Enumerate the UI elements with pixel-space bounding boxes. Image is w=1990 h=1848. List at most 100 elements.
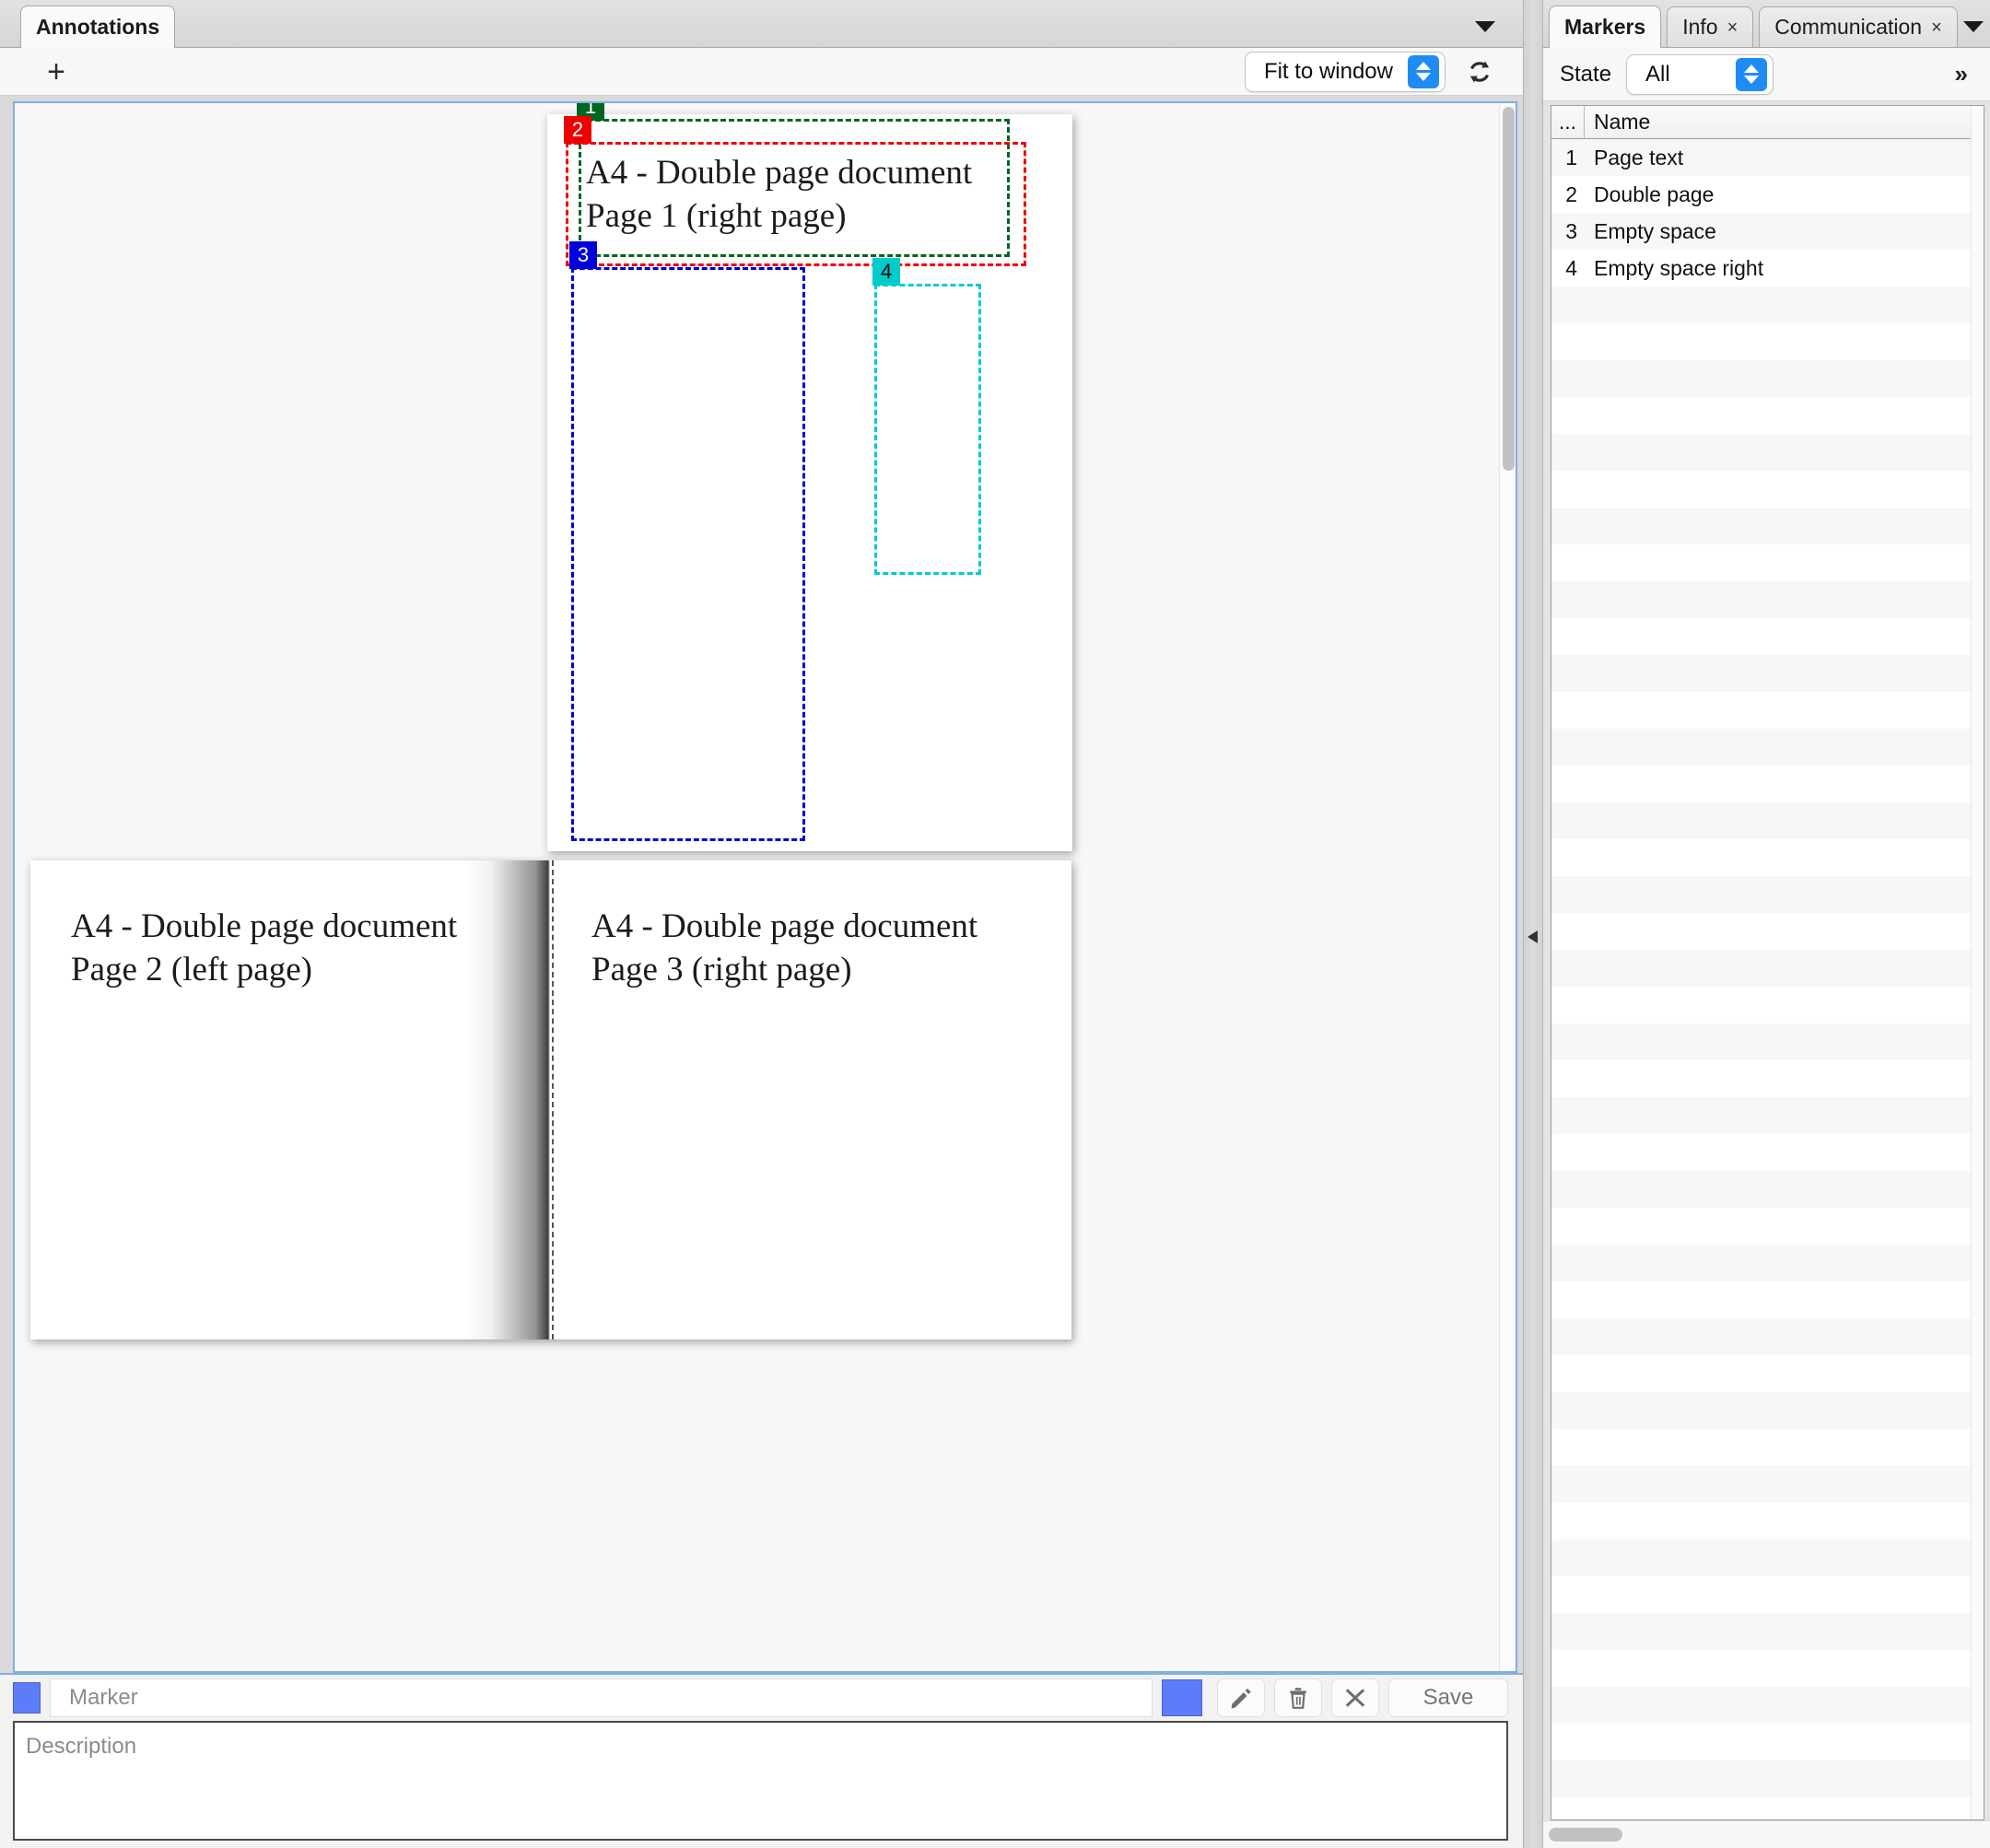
- table-row-empty: [1551, 729, 1984, 766]
- overflow-chevrons-icon[interactable]: »: [1955, 60, 1977, 88]
- column-header-number[interactable]: ...: [1551, 106, 1585, 138]
- table-row-empty: [1551, 1539, 1984, 1576]
- annotations-panel: Annotations + Fit to window: [0, 0, 1523, 1848]
- markers-tabbar: Markers Info × Communication ×: [1543, 0, 1990, 48]
- table-row-empty: [1551, 1429, 1984, 1466]
- tab-annotations-label: Annotations: [36, 15, 159, 40]
- document-canvas[interactable]: A4 - Double page document Page 1 (right …: [13, 101, 1517, 1673]
- markers-vertical-scrollbar[interactable]: [1971, 106, 1984, 1819]
- table-row-empty: [1551, 692, 1984, 729]
- table-row-empty: [1551, 323, 1984, 360]
- table-row-empty: [1551, 1281, 1984, 1318]
- table-row-empty: [1551, 397, 1984, 434]
- refresh-icon[interactable]: [1462, 54, 1497, 89]
- tab-info-label: Info: [1682, 15, 1717, 40]
- table-row-empty: [1551, 1392, 1984, 1429]
- add-annotation-button[interactable]: +: [35, 53, 77, 90]
- state-select-value: All: [1645, 62, 1685, 88]
- markers-filter-row: State All »: [1543, 48, 1990, 101]
- table-row-empty: [1551, 544, 1984, 581]
- table-row[interactable]: 1Page text: [1551, 139, 1984, 176]
- close-icon[interactable]: ×: [1931, 18, 1942, 37]
- table-row-empty: [1551, 1503, 1984, 1539]
- tab-annotations[interactable]: Annotations: [20, 6, 175, 48]
- table-cell-number: 1: [1551, 146, 1585, 170]
- chevron-down-icon[interactable]: [1963, 21, 1984, 32]
- zoom-select-value: Fit to window: [1264, 59, 1408, 85]
- table-cell-number: 4: [1551, 256, 1585, 281]
- stepper-icon[interactable]: [1736, 58, 1767, 91]
- panel-splitter[interactable]: [1523, 0, 1543, 1848]
- zoom-select[interactable]: Fit to window: [1245, 52, 1446, 92]
- table-row-empty: [1551, 876, 1984, 913]
- chevron-up-icon: [1416, 62, 1431, 70]
- table-cell-number: 2: [1551, 182, 1585, 207]
- chevron-up-icon: [1744, 64, 1759, 73]
- tab-markers[interactable]: Markers: [1549, 6, 1661, 48]
- annotation-badge-2[interactable]: 2: [564, 116, 591, 144]
- table-row-empty: [1551, 1797, 1984, 1820]
- state-select[interactable]: All: [1626, 54, 1773, 95]
- markers-hscrollbar-thumb[interactable]: [1549, 1828, 1622, 1842]
- marker-editor-toolbar: Marker: [0, 1673, 1523, 1721]
- document-page-3: A4 - Double page document Page 3 (right …: [551, 860, 1071, 1339]
- table-row-empty: [1551, 1687, 1984, 1724]
- marker-description-textarea[interactable]: Description: [13, 1721, 1508, 1841]
- annotation-badge-1-number: 1: [585, 101, 596, 117]
- splitter-grip-icon[interactable]: [1528, 930, 1538, 943]
- table-row-empty: [1551, 1355, 1984, 1392]
- table-row[interactable]: 4Empty space right: [1551, 250, 1984, 287]
- annotation-badge-4[interactable]: 4: [872, 258, 900, 286]
- table-row-empty: [1551, 581, 1984, 618]
- marker-color-indicator: [13, 1682, 41, 1713]
- marker-name-input[interactable]: Marker: [50, 1678, 1153, 1717]
- annotation-box-4[interactable]: 4: [874, 284, 981, 575]
- table-row-empty: [1551, 1060, 1984, 1097]
- annotation-rect-4: [874, 284, 981, 575]
- marker-editor: Marker: [0, 1673, 1523, 1848]
- markers-horizontal-scrollbar[interactable]: [1543, 1820, 1990, 1848]
- table-row-empty: [1551, 1023, 1984, 1060]
- column-header-name[interactable]: Name: [1585, 110, 1650, 135]
- table-row-empty: [1551, 655, 1984, 692]
- table-row-empty: [1551, 360, 1984, 397]
- marker-color-picker-button[interactable]: [1162, 1679, 1202, 1716]
- table-row-empty: [1551, 1318, 1984, 1355]
- table-row-empty: [1551, 766, 1984, 802]
- markers-panel: Markers Info × Communication × State All: [1543, 0, 1990, 1848]
- annotation-rect-3: [571, 267, 805, 841]
- annotations-toolbar: + Fit to window: [0, 48, 1523, 96]
- trash-icon[interactable]: [1274, 1678, 1322, 1717]
- pencil-icon[interactable]: [1217, 1678, 1265, 1717]
- close-icon[interactable]: ×: [1727, 18, 1738, 37]
- application-window: Annotations + Fit to window: [0, 0, 1990, 1848]
- table-row-empty: [1551, 950, 1984, 987]
- cross-icon[interactable]: [1331, 1678, 1379, 1717]
- canvas-scroll-area: A4 - Double page document Page 1 (right …: [15, 103, 1499, 1671]
- chevron-down-icon[interactable]: [1475, 21, 1495, 32]
- table-row-empty: [1551, 839, 1984, 876]
- table-cell-name: Page text: [1585, 146, 1683, 170]
- table-row-empty: [1551, 1613, 1984, 1650]
- chevron-down-icon: [1744, 76, 1759, 84]
- table-row[interactable]: 2Double page: [1551, 176, 1984, 213]
- canvas-scrollbar-thumb[interactable]: [1503, 107, 1515, 471]
- table-cell-name: Empty space right: [1585, 256, 1763, 281]
- tab-info[interactable]: Info ×: [1667, 6, 1753, 47]
- annotations-tabbar: Annotations: [0, 0, 1523, 48]
- annotation-box-3[interactable]: 3: [571, 267, 805, 841]
- table-row-empty: [1551, 1724, 1984, 1760]
- annotation-badge-4-number: 4: [881, 262, 892, 282]
- page-2-text: A4 - Double page document Page 2 (left p…: [71, 905, 457, 992]
- canvas-vertical-scrollbar[interactable]: [1499, 103, 1516, 1671]
- table-row-empty: [1551, 987, 1984, 1023]
- annotation-box-2[interactable]: 2: [566, 142, 1026, 266]
- annotation-badge-3[interactable]: 3: [569, 241, 597, 269]
- tab-communication[interactable]: Communication ×: [1759, 6, 1957, 47]
- book-spine-shadow: [463, 860, 556, 1339]
- table-row-empty: [1551, 1650, 1984, 1687]
- stepper-icon[interactable]: [1408, 55, 1439, 88]
- table-cell-name: Double page: [1585, 182, 1714, 207]
- save-button[interactable]: Save: [1388, 1678, 1508, 1717]
- table-row[interactable]: 3Empty space: [1551, 213, 1984, 250]
